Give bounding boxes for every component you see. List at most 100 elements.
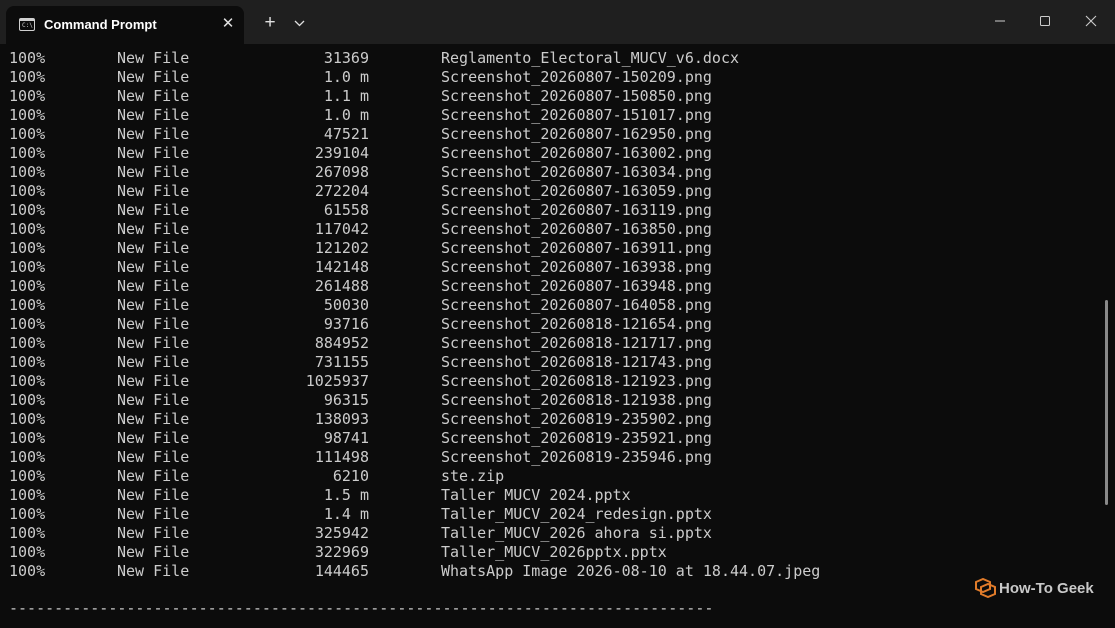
row-size: 1.4 m — [323, 505, 369, 523]
row-size: 239104 — [314, 144, 369, 162]
row-size: 111498 — [314, 448, 369, 466]
row-filename: Screenshot_20260807-151017.png — [441, 106, 712, 124]
row-filename: Screenshot_20260818-121938.png — [441, 391, 712, 409]
row-size: 267098 — [314, 163, 369, 181]
row-filename: Screenshot_20260807-150209.png — [441, 68, 712, 86]
row-type: New File — [117, 163, 190, 181]
row-percent: 100% — [9, 315, 46, 333]
row-size: 6210 — [332, 467, 369, 485]
row-size: 47521 — [323, 125, 369, 143]
maximize-button[interactable] — [1033, 10, 1057, 32]
row-size: 1025937 — [305, 372, 369, 390]
row-filename: Screenshot_20260807-163034.png — [441, 163, 712, 181]
row-filename: Screenshot_20260807-163059.png — [441, 182, 712, 200]
row-percent: 100% — [9, 467, 46, 485]
row-type: New File — [117, 258, 190, 276]
row-filename: Reglamento_Electoral_MUCV_v6.docx — [441, 49, 740, 67]
tab-title: Command Prompt — [44, 17, 157, 32]
row-type: New File — [117, 505, 190, 523]
row-filename: Screenshot_20260818-121743.png — [441, 353, 712, 371]
row-percent: 100% — [9, 524, 46, 542]
row-filename: Taller_MUCV_2024_redesign.pptx — [441, 505, 712, 523]
row-filename: Screenshot_20260807-163119.png — [441, 201, 712, 219]
tab-command-prompt[interactable]: C:\ Command Prompt ✕ — [6, 6, 244, 44]
row-filename: Screenshot_20260807-163938.png — [441, 258, 712, 276]
row-size: 96315 — [323, 391, 369, 409]
row-type: New File — [117, 391, 190, 409]
minimize-icon — [995, 20, 1005, 22]
row-type: New File — [117, 372, 190, 390]
minimize-button[interactable] — [988, 10, 1012, 32]
row-type: New File — [117, 201, 190, 219]
row-type: New File — [117, 448, 190, 466]
row-type: New File — [117, 296, 190, 314]
row-percent: 100% — [9, 201, 46, 219]
row-type: New File — [117, 562, 190, 580]
row-type: New File — [117, 429, 190, 447]
close-tab-button[interactable]: ✕ — [219, 15, 237, 33]
row-percent: 100% — [9, 372, 46, 390]
row-filename: WhatsApp Image 2026-08-10 at 18.44.07.jp… — [441, 562, 821, 580]
row-type: New File — [117, 524, 190, 542]
row-filename: Taller_MUCV_2026pptx.pptx — [441, 543, 667, 561]
row-type: New File — [117, 87, 190, 105]
row-filename: Screenshot_20260818-121923.png — [441, 372, 712, 390]
row-percent: 100% — [9, 353, 46, 371]
cmd-icon: C:\ — [19, 18, 35, 31]
row-size: 884952 — [314, 334, 369, 352]
row-size: 261488 — [314, 277, 369, 295]
row-size: 142148 — [314, 258, 369, 276]
row-percent: 100% — [9, 87, 46, 105]
row-percent: 100% — [9, 296, 46, 314]
row-type: New File — [117, 144, 190, 162]
row-percent: 100% — [9, 106, 46, 124]
row-type: New File — [117, 239, 190, 257]
row-type: New File — [117, 334, 190, 352]
command-prompt-window: C:\ Command Prompt ✕ + 100% New File 31369… — [0, 0, 1115, 628]
row-filename: Screenshot_20260807-162950.png — [441, 125, 712, 143]
row-filename: Screenshot_20260807-163850.png — [441, 220, 712, 238]
row-percent: 100% — [9, 410, 46, 428]
row-size: 272204 — [314, 182, 369, 200]
row-type: New File — [117, 410, 190, 428]
row-type: New File — [117, 49, 190, 67]
row-percent: 100% — [9, 505, 46, 523]
row-percent: 100% — [9, 562, 46, 580]
row-percent: 100% — [9, 334, 46, 352]
scrollbar-thumb[interactable] — [1105, 300, 1108, 505]
row-size: 144465 — [314, 562, 369, 580]
row-type: New File — [117, 543, 190, 561]
row-type: New File — [117, 68, 190, 86]
row-percent: 100% — [9, 49, 46, 67]
row-filename: Screenshot_20260807-164058.png — [441, 296, 712, 314]
row-type: New File — [117, 106, 190, 124]
row-percent: 100% — [9, 486, 46, 504]
maximize-icon — [1040, 16, 1050, 26]
row-percent: 100% — [9, 429, 46, 447]
row-filename: Screenshot_20260807-163948.png — [441, 277, 712, 295]
terminal-output[interactable]: 100% New File 31369 Reglamento_Electoral_MU… — [0, 44, 1100, 628]
row-type: New File — [117, 220, 190, 238]
row-type: New File — [117, 277, 190, 295]
watermark-text: How-To Geek — [999, 580, 1094, 597]
row-type: New File — [117, 467, 190, 485]
row-percent: 100% — [9, 239, 46, 257]
output-divider: ----------------------------------------… — [9, 599, 714, 617]
row-percent: 100% — [9, 448, 46, 466]
row-percent: 100% — [9, 258, 46, 276]
row-type: New File — [117, 353, 190, 371]
row-percent: 100% — [9, 163, 46, 181]
row-size: 322969 — [314, 543, 369, 561]
close-window-button[interactable] — [1079, 10, 1103, 32]
row-size: 1.0 m — [323, 106, 369, 124]
row-size: 50030 — [323, 296, 369, 314]
row-size: 117042 — [314, 220, 369, 238]
row-percent: 100% — [9, 391, 46, 409]
row-filename: Screenshot_20260819-235946.png — [441, 448, 712, 466]
row-size: 1.5 m — [323, 486, 369, 504]
tab-dropdown-button[interactable] — [289, 12, 311, 36]
row-size: 731155 — [314, 353, 369, 371]
row-filename: ste.zip — [441, 467, 505, 485]
new-tab-button[interactable]: + — [258, 12, 282, 36]
row-filename: Screenshot_20260807-163911.png — [441, 239, 712, 257]
